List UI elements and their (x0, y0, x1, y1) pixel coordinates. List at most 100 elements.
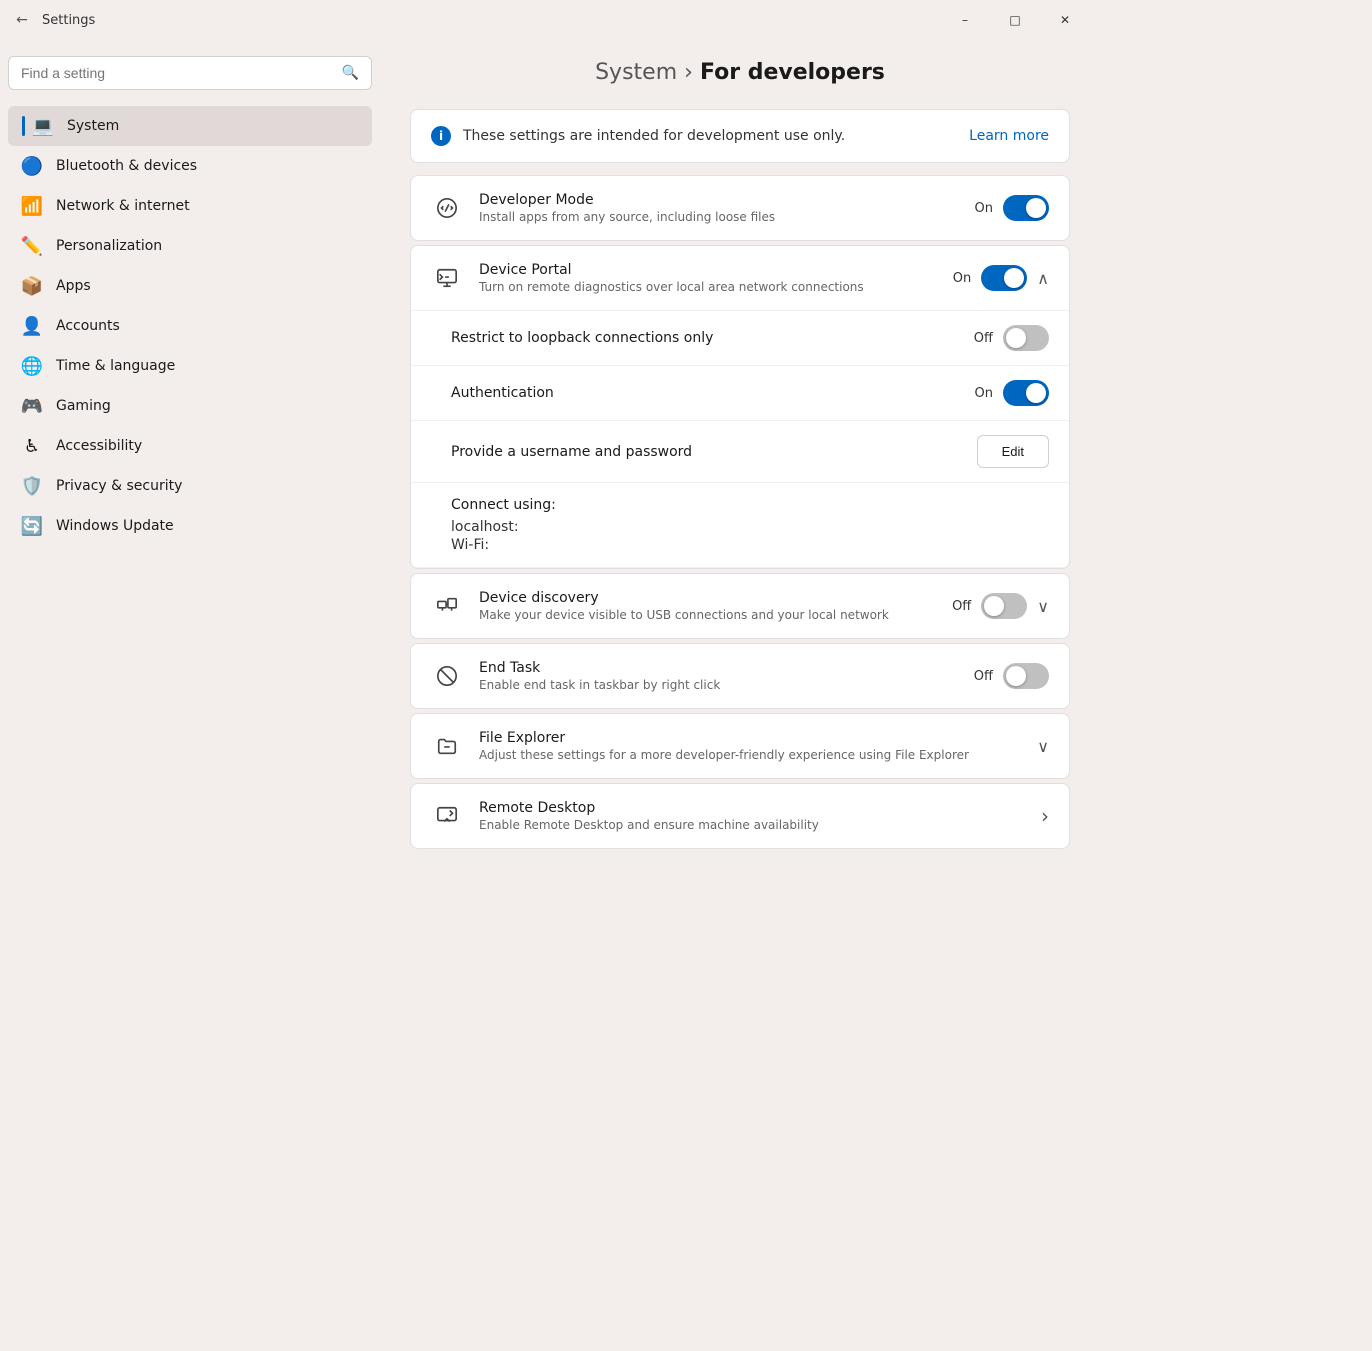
device-discovery-state-label: Off (952, 599, 971, 614)
remote-desktop-arrow[interactable]: › (1041, 804, 1049, 828)
device-portal-right: On ∧ (953, 265, 1049, 291)
file-explorer-icon (431, 730, 463, 762)
setting-row-remote-desktop[interactable]: Remote DesktopEnable Remote Desktop and … (411, 784, 1069, 848)
device-discovery-right: Off ∨ (952, 593, 1049, 619)
setting-card-remote-desktop: Remote DesktopEnable Remote Desktop and … (410, 783, 1070, 849)
sub-row-loopback: Restrict to loopback connections onlyOff (411, 311, 1069, 366)
sidebar-item-label-personalization: Personalization (56, 238, 162, 254)
setting-row-device-discovery[interactable]: Device discovery Make your device visible… (411, 574, 1069, 638)
sidebar-item-update[interactable]: 🔄Windows Update (8, 506, 372, 546)
sidebar-item-label-privacy: Privacy & security (56, 478, 182, 494)
sidebar-item-label-gaming: Gaming (56, 398, 111, 414)
sidebar-item-accounts[interactable]: 👤 Accounts (8, 306, 372, 346)
maximize-button[interactable]: □ (992, 4, 1038, 36)
remote-desktop-right: › (1041, 804, 1049, 828)
loopback-label: Restrict to loopback connections only (451, 330, 974, 346)
settings-container: Developer ModeInstall apps from any sour… (410, 175, 1070, 849)
sub-row-authentication: AuthenticationOn (411, 366, 1069, 421)
sub-row-username-password: Provide a username and passwordEdit (411, 421, 1069, 483)
sidebar-item-accessibility[interactable]: ♿Accessibility (8, 426, 372, 466)
developer-mode-state-label: On (975, 201, 993, 216)
end-task-title: End Task (479, 660, 958, 676)
setting-card-file-explorer: File ExplorerAdjust these settings for a… (410, 713, 1070, 779)
sidebar-item-gaming[interactable]: 🎮Gaming (8, 386, 372, 426)
device-portal-state-label: On (953, 271, 971, 286)
breadcrumb-separator: › (684, 60, 700, 85)
username-password-edit-button[interactable]: Edit (977, 435, 1049, 468)
sidebar-item-system[interactable]: 💻 System (8, 106, 372, 146)
sidebar-item-label-time: Time & language (56, 358, 175, 374)
loopback-state: Off (974, 331, 993, 346)
page-header: System › For developers (410, 60, 1070, 85)
setting-row-device-portal[interactable]: Device Portal Turn on remote diagnostics … (411, 246, 1069, 311)
setting-card-end-task: End Task Enable end task in taskbar by ri… (410, 643, 1070, 709)
developer-mode-title: Developer Mode (479, 192, 959, 208)
device-discovery-desc: Make your device visible to USB connecti… (479, 608, 936, 622)
apps-icon: 📦 (22, 276, 42, 296)
sidebar-item-bluetooth[interactable]: 🔵Bluetooth & devices (8, 146, 372, 186)
remote-desktop-text: Remote DesktopEnable Remote Desktop and … (479, 800, 1025, 832)
connect-section: Connect using: localhost: Wi-Fi: (411, 483, 1069, 568)
end-task-icon (431, 660, 463, 692)
time-icon: 🌐 (22, 356, 42, 376)
accessibility-icon: ♿ (22, 436, 42, 456)
sidebar-item-label-bluetooth: Bluetooth & devices (56, 158, 197, 174)
end-task-toggle[interactable] (1003, 663, 1049, 689)
file-explorer-chevron[interactable]: ∨ (1037, 737, 1049, 756)
setting-row-end-task: End Task Enable end task in taskbar by ri… (411, 644, 1069, 708)
loopback-right: Off (974, 325, 1049, 351)
minimize-button[interactable]: – (942, 4, 988, 36)
accounts-icon: 👤 (22, 316, 42, 336)
authentication-label: Authentication (451, 385, 975, 401)
sidebar-item-label-accounts: Accounts (56, 318, 120, 334)
close-button[interactable]: ✕ (1042, 4, 1088, 36)
device-portal-desc: Turn on remote diagnostics over local ar… (479, 280, 937, 294)
back-icon[interactable]: ← (12, 10, 32, 30)
sidebar-item-apps[interactable]: 📦Apps (8, 266, 372, 306)
connect-item-1: Wi-Fi: (451, 537, 1049, 553)
sidebar-item-privacy[interactable]: 🛡️Privacy & security (8, 466, 372, 506)
setting-row-file-explorer[interactable]: File ExplorerAdjust these settings for a… (411, 714, 1069, 778)
setting-card-device-portal: Device Portal Turn on remote diagnostics … (410, 245, 1070, 569)
device-portal-chevron[interactable]: ∧ (1037, 269, 1049, 288)
setting-card-device-discovery: Device discovery Make your device visible… (410, 573, 1070, 639)
setting-card-developer-mode: Developer ModeInstall apps from any sour… (410, 175, 1070, 241)
update-icon: 🔄 (22, 516, 42, 536)
developer-mode-right: On (975, 195, 1049, 221)
device-discovery-text: Device discovery Make your device visible… (479, 590, 936, 622)
device-discovery-toggle[interactable] (981, 593, 1027, 619)
file-explorer-right: ∨ (1037, 737, 1049, 756)
file-explorer-desc: Adjust these settings for a more develop… (479, 748, 1021, 762)
file-explorer-text: File ExplorerAdjust these settings for a… (479, 730, 1021, 762)
info-banner-text: These settings are intended for developm… (463, 128, 845, 144)
sidebar-item-label-system: System (67, 118, 119, 134)
sidebar: 🔍 💻 System 🔵Bluetooth & devices📶Network & … (0, 40, 380, 1351)
system-icon: 💻 (33, 116, 53, 136)
sidebar-item-network[interactable]: 📶Network & internet (8, 186, 372, 226)
connect-item-0: localhost: (451, 519, 1049, 535)
main-content: System › For developers i These settings… (380, 40, 1100, 1351)
developer-mode-toggle[interactable] (1003, 195, 1049, 221)
remote-desktop-icon (431, 800, 463, 832)
learn-more-link[interactable]: Learn more (969, 128, 1049, 144)
end-task-text: End Task Enable end task in taskbar by ri… (479, 660, 958, 692)
search-box[interactable]: 🔍 (8, 56, 372, 90)
device-portal-title: Device Portal (479, 262, 937, 278)
search-input[interactable] (21, 65, 334, 81)
authentication-state: On (975, 386, 993, 401)
device-discovery-title: Device discovery (479, 590, 936, 606)
setting-row-developer-mode: Developer ModeInstall apps from any sour… (411, 176, 1069, 240)
end-task-state-label: Off (974, 669, 993, 684)
authentication-toggle[interactable] (1003, 380, 1049, 406)
connect-label: Connect using: (451, 497, 1049, 513)
device-discovery-chevron[interactable]: ∨ (1037, 597, 1049, 616)
device-portal-toggle[interactable] (981, 265, 1027, 291)
loopback-toggle[interactable] (1003, 325, 1049, 351)
network-icon: 📶 (22, 196, 42, 216)
sidebar-item-personalization[interactable]: ✏️Personalization (8, 226, 372, 266)
developer-mode-text: Developer ModeInstall apps from any sour… (479, 192, 959, 224)
sidebar-item-time[interactable]: 🌐 Time & language (8, 346, 372, 386)
end-task-desc: Enable end task in taskbar by right clic… (479, 678, 958, 692)
info-icon: i (431, 126, 451, 146)
authentication-right: On (975, 380, 1049, 406)
